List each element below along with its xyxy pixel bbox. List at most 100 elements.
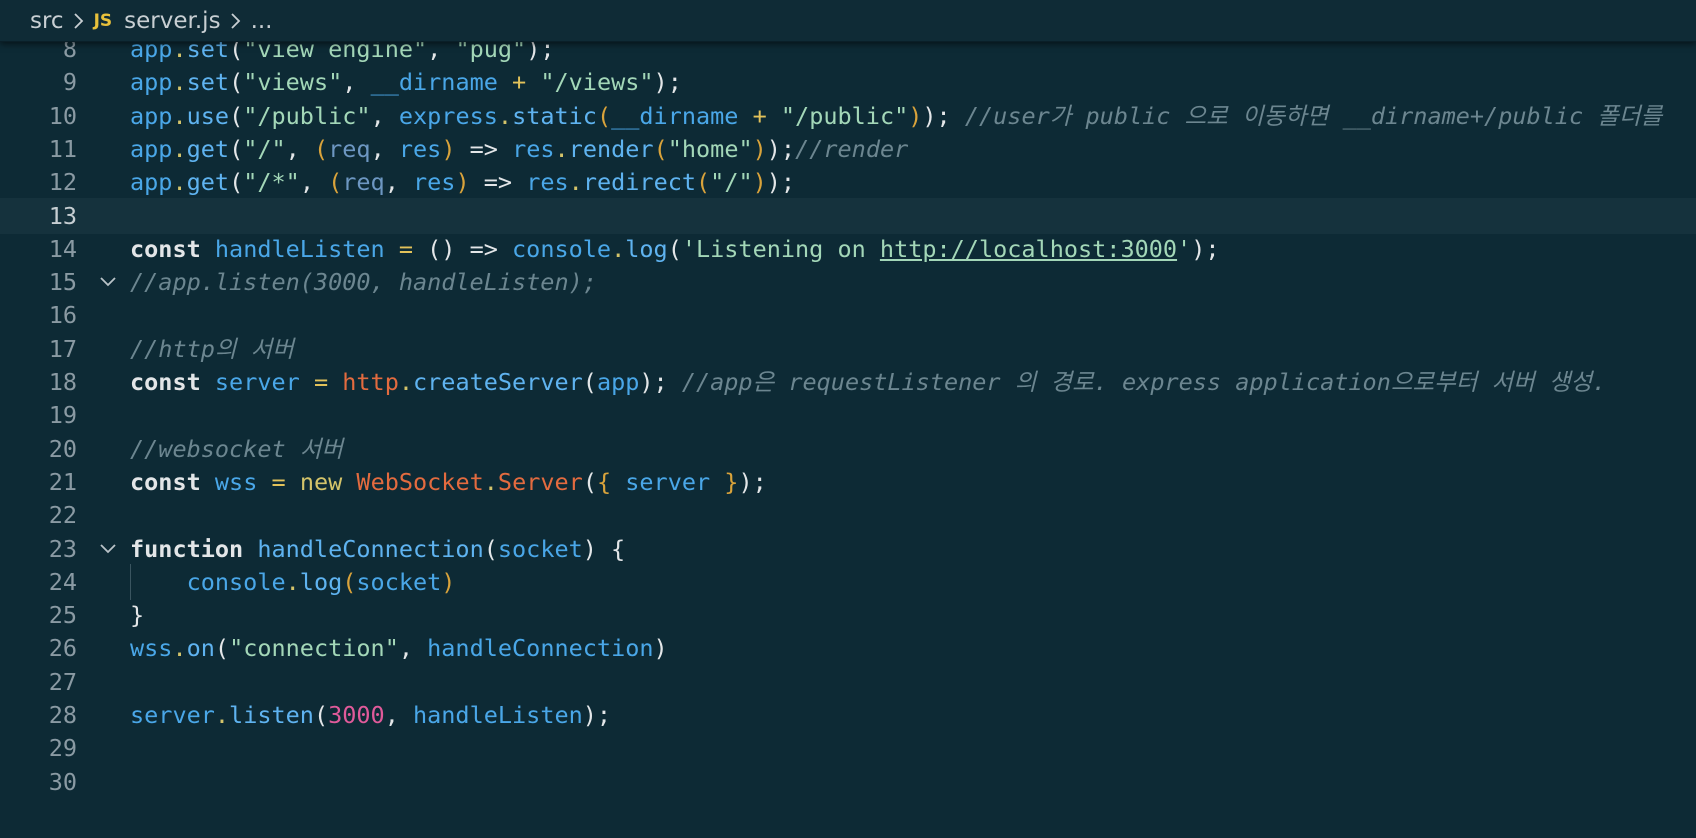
code-line[interactable]: 30 [0, 764, 1696, 800]
code-line[interactable]: 21 const wss = new WebSocket.Server({ ser… [0, 464, 1696, 500]
code-token: ( [483, 534, 498, 563]
code-token: ) [653, 634, 668, 663]
code-token: . [611, 234, 626, 263]
code-token: "views" [243, 68, 343, 97]
code-line[interactable]: 22 [0, 497, 1696, 533]
code-token: + [738, 101, 781, 130]
code-token: new [299, 467, 343, 496]
line-number: 29 [48, 734, 77, 763]
code-line[interactable]: 28 server.listen(3000, handleListen); [0, 697, 1696, 733]
line-number: 11 [48, 134, 77, 163]
code-line[interactable]: 19 [0, 397, 1696, 433]
code-text: } [130, 597, 144, 633]
breadcrumb-folder[interactable]: src [30, 8, 64, 34]
code-token: . [568, 168, 583, 197]
code-token: . [172, 134, 187, 163]
code-token: . [172, 101, 187, 130]
breadcrumb: src JS server.js ... [0, 0, 1696, 42]
line-number: 17 [48, 334, 77, 363]
code-token: ( [313, 701, 329, 729]
code-token: app [596, 368, 640, 396]
code-token: ) [455, 168, 470, 197]
code-token: ); [582, 701, 612, 729]
code-line[interactable]: 10 app.use("/public", express.static(__di… [0, 98, 1696, 134]
code-line[interactable]: 14 const handleListen = () => console.log… [0, 231, 1696, 267]
code-token: "/public" [243, 101, 371, 130]
code-text: const wss = new WebSocket.Server({ serve… [130, 464, 767, 500]
code-line[interactable]: 16 [0, 297, 1696, 333]
code-token: redirect [582, 168, 697, 197]
breadcrumb-symbol-trail[interactable]: ... [251, 8, 273, 34]
code-token: __dirname [370, 68, 498, 97]
line-number: 22 [48, 501, 77, 530]
code-token: ) [752, 134, 767, 163]
line-number: 30 [48, 767, 77, 796]
code-line[interactable]: 29 [0, 730, 1696, 766]
code-token: } [710, 467, 739, 496]
code-line[interactable]: 13 [0, 197, 1696, 234]
code-token: 3000 [328, 701, 385, 729]
code-token: //websocket 서버 [130, 434, 344, 463]
breadcrumb-file[interactable]: server.js [124, 8, 220, 34]
line-number: 25 [48, 601, 77, 630]
code-token: ' [1177, 234, 1192, 263]
code-token: log [299, 567, 343, 596]
code-token: = [257, 467, 300, 496]
code-token: "/public" [780, 101, 909, 130]
line-number: 18 [48, 368, 77, 396]
code-token: ) [441, 134, 456, 163]
code-token: //render [795, 134, 909, 163]
code-token: ); [1191, 234, 1220, 263]
fold-chevron-icon[interactable] [98, 264, 118, 300]
code-token: . [214, 701, 230, 729]
code-token: ); [653, 68, 682, 97]
code-line[interactable]: 25} [0, 597, 1696, 633]
code-token: server [214, 368, 300, 396]
code-token: on [186, 634, 215, 663]
code-line[interactable]: 15 //app.listen(3000, handleListen); [0, 264, 1696, 300]
code-line[interactable]: 18 const server = http.createServer(app);… [0, 364, 1696, 400]
line-number: 16 [48, 301, 77, 330]
code-line[interactable]: 11 app.get("/", (req, res) => res.render(… [0, 131, 1696, 167]
code-text: const handleListen = () => console.log('… [130, 231, 1220, 267]
code-token: ( [596, 101, 612, 130]
code-token: "home" [667, 134, 753, 163]
code-token: , [370, 101, 399, 130]
code-token: ( [653, 134, 668, 163]
line-number: 10 [48, 101, 77, 130]
code-line[interactable]: 17 //http의 서버 [0, 331, 1696, 367]
code-token: socket [356, 567, 442, 596]
code-token: listen [229, 701, 314, 729]
code-line[interactable]: 24 console.log(socket) [0, 563, 1696, 600]
code-token: set [186, 68, 230, 97]
code-line[interactable]: 23 function handleConnection(socket) { [0, 531, 1696, 567]
code-token: . [172, 634, 187, 663]
code-editor[interactable]: src JS server.js ... 8 app.set("view engi… [0, 0, 1696, 838]
code-token: => [455, 134, 513, 163]
line-number: 9 [62, 68, 77, 97]
code-line[interactable]: 27 [0, 664, 1696, 700]
line-number: 13 [48, 201, 77, 230]
code-text: server.listen(3000, handleListen); [130, 697, 611, 733]
fold-chevron-icon[interactable] [98, 531, 118, 567]
code-line[interactable]: 9 app.set("views", __dirname + "/views"); [0, 64, 1696, 100]
code-token: "/" [710, 168, 753, 197]
code-line[interactable]: 12 app.get("/*", (req, res) => res.redire… [0, 164, 1696, 200]
code-token: + [497, 68, 541, 97]
code-token: ( [313, 134, 329, 163]
code-text: const server = http.createServer(app); /… [130, 364, 1606, 400]
code-token: get [186, 168, 230, 197]
code-text: app.use("/public", express.static(__dirn… [130, 98, 1662, 134]
code-token: ( [328, 168, 343, 197]
code-token: req [342, 168, 385, 197]
code-line[interactable]: 20 //websocket 서버 [0, 431, 1696, 467]
code-token: function [130, 534, 244, 563]
code-token: ( [696, 168, 711, 197]
code-line[interactable]: 26 wss.on("connection", handleConnection) [0, 630, 1696, 666]
code-token: handleConnection [427, 634, 654, 663]
code-token: get [186, 134, 230, 163]
code-token: res [512, 134, 555, 163]
code-token: req [328, 134, 371, 163]
code-token: render [568, 134, 654, 163]
